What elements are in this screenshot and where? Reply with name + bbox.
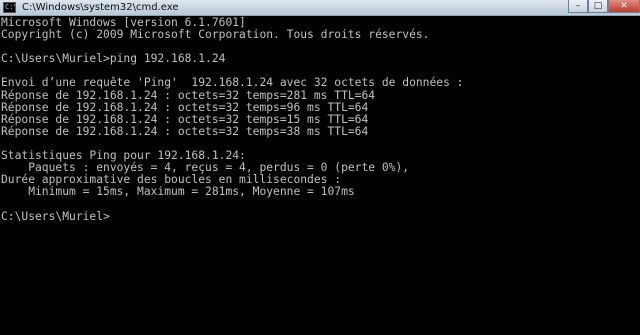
cmd-window: C:\ C:\Windows\system32\cmd.exe – □ ✕ Mi…	[0, 0, 640, 335]
console-line: Copyright (c) 2009 Microsoft Corporation…	[1, 28, 430, 42]
title-bar[interactable]: C:\ C:\Windows\system32\cmd.exe – □ ✕	[0, 0, 640, 16]
console-output[interactable]: Microsoft Windows [version 6.1.7601] Cop…	[0, 17, 640, 335]
maximize-button[interactable]: □	[588, 0, 608, 13]
console-line: Réponse de 192.168.1.24 : octets=32 temp…	[1, 100, 369, 114]
minimize-button[interactable]: –	[568, 0, 588, 13]
close-button[interactable]: ✕	[608, 0, 640, 13]
console-line: C:\Users\Muriel>ping 192.168.1.24	[1, 52, 226, 66]
console-line: Minimum = 15ms, Maximum = 281ms, Moyenne…	[1, 185, 355, 199]
console-line: Envoi d’une requête 'Ping' 192.168.1.24 …	[1, 76, 464, 90]
console-line: Réponse de 192.168.1.24 : octets=32 temp…	[1, 124, 369, 138]
cmd-icon: C:\	[3, 2, 16, 13]
console-prompt[interactable]: C:\Users\Muriel>	[1, 210, 640, 223]
console-line: Réponse de 192.168.1.24 : octets=32 temp…	[1, 88, 376, 102]
window-controls: – □ ✕	[568, 0, 640, 14]
window-title: C:\Windows\system32\cmd.exe	[22, 2, 179, 13]
